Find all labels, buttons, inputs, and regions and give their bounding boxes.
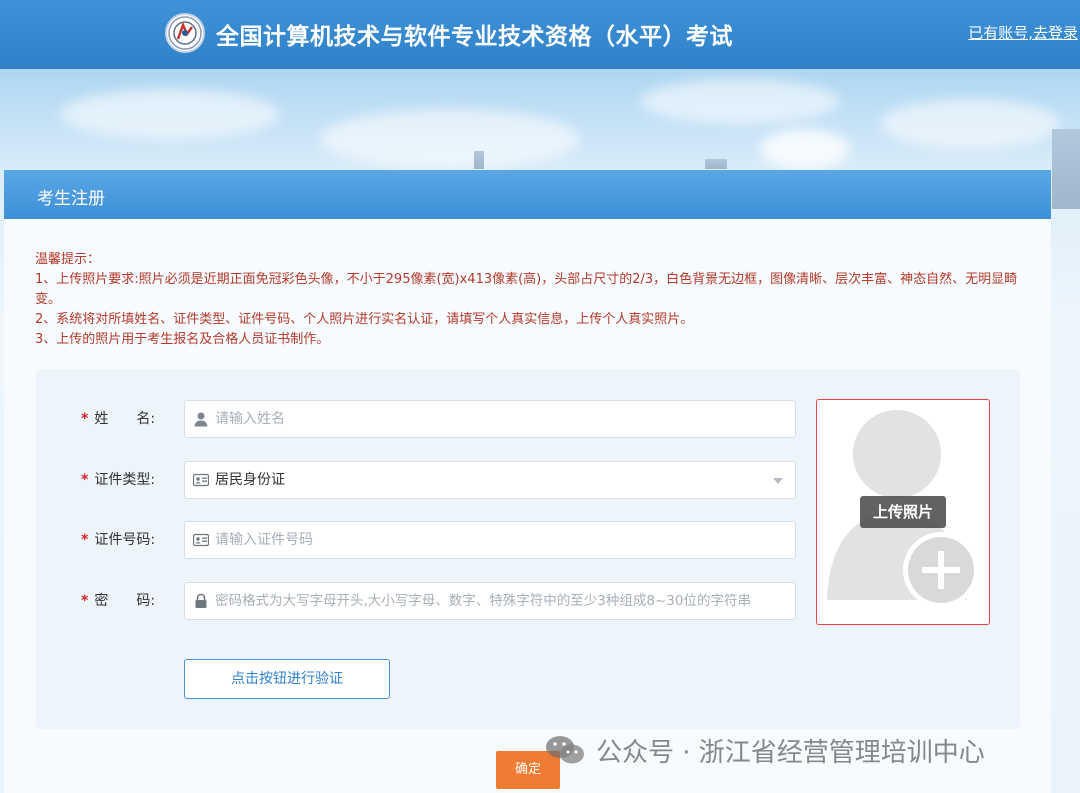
user-icon bbox=[194, 412, 208, 427]
photo-upload-box[interactable]: 上传照片 bbox=[816, 399, 990, 625]
id-number-input[interactable]: 请输入证件号码 bbox=[184, 521, 796, 559]
name-label-text: 姓 名: bbox=[94, 411, 156, 427]
login-link[interactable]: 已有账号,去登录 bbox=[968, 22, 1078, 43]
name-placeholder: 请输入姓名 bbox=[215, 411, 285, 427]
id-card-icon bbox=[193, 533, 209, 547]
wechat-icon bbox=[544, 733, 586, 767]
password-input[interactable]: 密码格式为大写字母开头,大小写字母、数字、特殊字符中的至少3种组成8~30位的字… bbox=[184, 582, 796, 620]
required-mark: * bbox=[81, 593, 89, 609]
registration-panel: 考生注册 温馨提示： 1、上传照片要求:照片必须是近期正面免冠彩色头像，不小于2… bbox=[4, 170, 1051, 793]
id-type-label-text: 证件类型: bbox=[94, 472, 156, 488]
required-mark: * bbox=[81, 411, 89, 427]
id-type-value: 居民身份证 bbox=[215, 472, 285, 488]
id-number-label: * 证件号码: bbox=[81, 521, 181, 559]
required-mark: * bbox=[81, 472, 89, 488]
tips-heading: 温馨提示： bbox=[35, 252, 101, 267]
id-number-placeholder: 请输入证件号码 bbox=[215, 532, 313, 548]
chevron-down-icon bbox=[773, 478, 783, 484]
password-label: * 密 码: bbox=[81, 582, 181, 620]
tip-item-2: 2、系统将对所填姓名、证件类型、证件号码、个人照片进行实名认证，请填写个人真实信… bbox=[35, 312, 694, 327]
required-mark: * bbox=[81, 532, 89, 548]
watermark: 公众号 · 浙江省经营管理培训中心 bbox=[544, 733, 985, 768]
top-header: 全国计算机技术与软件专业技术资格（水平）考试 已有账号,去登录 bbox=[0, 0, 1080, 69]
id-card-icon bbox=[193, 473, 209, 487]
tip-item-3: 3、上传的照片用于考生报名及合格人员证书制作。 bbox=[35, 332, 330, 347]
watermark-text: 公众号 · 浙江省经营管理培训中心 bbox=[596, 737, 985, 768]
notice-tips: 温馨提示： 1、上传照片要求:照片必须是近期正面免冠彩色头像，不小于295像素(… bbox=[35, 250, 1035, 350]
id-type-label: * 证件类型: bbox=[81, 461, 181, 499]
lock-icon bbox=[195, 593, 207, 608]
id-type-select[interactable]: 居民身份证 bbox=[184, 461, 796, 499]
password-placeholder: 密码格式为大写字母开头,大小写字母、数字、特殊字符中的至少3种组成8~30位的字… bbox=[215, 593, 751, 609]
panel-title: 考生注册 bbox=[37, 189, 105, 209]
name-label: * 姓 名: bbox=[81, 400, 181, 438]
id-number-label-text: 证件号码: bbox=[94, 532, 156, 548]
exam-logo-icon bbox=[165, 13, 205, 53]
panel-header: 考生注册 bbox=[4, 170, 1051, 219]
tip-item-1: 1、上传照片要求:照片必须是近期正面免冠彩色头像，不小于295像素(宽)x413… bbox=[35, 272, 1018, 307]
password-label-text: 密 码: bbox=[94, 593, 156, 609]
upload-photo-label: 上传照片 bbox=[860, 496, 946, 528]
name-input[interactable]: 请输入姓名 bbox=[184, 400, 796, 438]
verify-button[interactable]: 点击按钮进行验证 bbox=[184, 659, 390, 699]
registration-form: * 姓 名: 请输入姓名 * 证件类型: 居民身份证 * 证件号码: 请输入证件… bbox=[36, 369, 1020, 729]
site-title: 全国计算机技术与软件专业技术资格（水平）考试 bbox=[216, 24, 733, 50]
